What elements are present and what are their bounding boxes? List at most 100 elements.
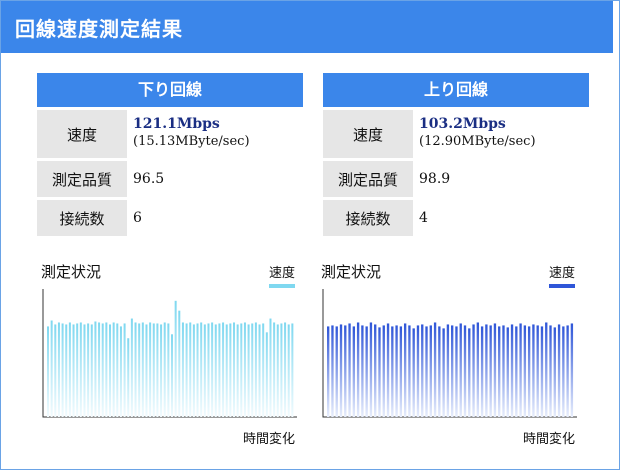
chart-bar xyxy=(57,322,60,417)
chart-bar xyxy=(515,326,518,417)
chart-bar xyxy=(365,326,368,417)
chart-bar xyxy=(218,323,221,417)
chart-bar xyxy=(138,323,141,417)
chart-bar xyxy=(284,322,287,417)
chart-bar xyxy=(262,323,265,417)
chart-bar xyxy=(101,323,104,417)
chart-bar xyxy=(378,327,381,417)
chart-bar xyxy=(391,326,394,417)
chart-bar xyxy=(116,323,119,417)
chart-bar xyxy=(211,322,214,417)
chart-bar xyxy=(185,323,188,417)
download-quality-value: 96.5 xyxy=(133,171,165,187)
chart-bar xyxy=(152,323,155,417)
chart-bar xyxy=(61,323,64,417)
chart-bar xyxy=(134,322,137,417)
upload-speed-label: 速度 xyxy=(323,110,413,158)
chart-bar xyxy=(98,322,101,417)
upload-header: 上り回線 xyxy=(323,73,589,107)
chart-bar xyxy=(339,324,343,417)
download-header: 下り回線 xyxy=(37,73,303,107)
chart-bar xyxy=(236,324,239,417)
chart-bar xyxy=(178,310,181,417)
chart-bar xyxy=(348,323,351,417)
chart-bar xyxy=(83,324,86,417)
chart-bar xyxy=(356,322,360,417)
upload-chart-xlabel: 時間変化 xyxy=(522,432,575,447)
chart-bar xyxy=(502,325,505,417)
chart-bar xyxy=(200,322,203,417)
chart-bar xyxy=(545,322,548,417)
chart-axis xyxy=(322,289,577,418)
chart-bar xyxy=(408,325,411,417)
upload-connections-value: 4 xyxy=(419,210,428,226)
chart-bar xyxy=(287,324,290,417)
chart-bar xyxy=(280,323,283,417)
chart-bar xyxy=(181,322,184,417)
download-chart: 測定状況 速度 時間変化 xyxy=(37,259,303,447)
chart-bar xyxy=(123,323,126,417)
chart-bar xyxy=(79,322,82,417)
chart-bar xyxy=(562,326,565,417)
chart-bar xyxy=(553,327,556,417)
chart-bar xyxy=(472,324,475,417)
chart-bar xyxy=(335,326,338,417)
chart-bar xyxy=(240,323,243,417)
chart-bar xyxy=(174,300,177,417)
chart-bar xyxy=(532,324,535,417)
chart-bar xyxy=(412,328,415,417)
chart-bar xyxy=(90,324,93,417)
chart-bar xyxy=(519,323,522,417)
upload-chart: 測定状況 速度 時間変化 xyxy=(317,259,583,447)
chart-bar xyxy=(160,324,163,417)
chart-bar xyxy=(433,322,437,417)
upload-chart-plot xyxy=(322,289,577,418)
upload-chart-title: 測定状況 xyxy=(321,263,382,281)
chart-bar xyxy=(189,322,192,417)
upload-legend-label: 速度 xyxy=(548,266,575,281)
chart-bar xyxy=(68,322,71,417)
download-quality-label: 測定品質 xyxy=(37,161,127,197)
chart-bar xyxy=(549,325,552,417)
chart-bar xyxy=(156,323,159,417)
chart-bar xyxy=(566,325,569,417)
chart-bar xyxy=(425,326,428,417)
chart-bar xyxy=(386,323,390,417)
chart-bar xyxy=(109,324,112,417)
chart-bar xyxy=(222,322,225,417)
download-speed-main: 121.1Mbps xyxy=(133,116,220,132)
chart-bar xyxy=(225,324,228,417)
download-connections-value: 6 xyxy=(133,210,142,226)
chart-bar xyxy=(127,338,130,417)
chart-bar xyxy=(47,326,50,417)
chart-bar xyxy=(269,318,272,417)
chart-bar xyxy=(243,322,246,417)
chart-bar xyxy=(540,326,544,417)
chart-bar xyxy=(87,323,90,417)
chart-bar xyxy=(480,326,484,417)
chart-bar xyxy=(50,320,53,417)
chart-bar xyxy=(76,323,79,417)
chart-bar xyxy=(149,322,152,417)
chart-bar xyxy=(94,321,97,417)
download-quality-row: 測定品質 96.5 xyxy=(37,161,303,197)
upload-quality-row: 測定品質 98.9 xyxy=(323,161,589,197)
chart-bar xyxy=(399,326,403,417)
chart-bar xyxy=(54,324,57,417)
chart-bar xyxy=(459,323,462,417)
chart-bar xyxy=(229,323,232,417)
chart-bar xyxy=(361,325,364,417)
chart-bar xyxy=(72,324,75,417)
chart-bar xyxy=(476,322,480,417)
chart-bar xyxy=(203,324,206,417)
upload-connections-row: 接続数 4 xyxy=(323,200,589,236)
chart-bar xyxy=(233,322,236,417)
chart-bar xyxy=(382,325,385,417)
chart-bar xyxy=(455,326,458,417)
download-chart-title: 測定状況 xyxy=(41,263,102,281)
chart-bar xyxy=(489,325,492,417)
title-bar: 回線速度測定結果 xyxy=(1,1,613,53)
download-chart-xlabel: 時間変化 xyxy=(242,432,295,447)
upload-quality-value: 98.9 xyxy=(419,171,451,187)
chart-bar xyxy=(416,325,420,417)
